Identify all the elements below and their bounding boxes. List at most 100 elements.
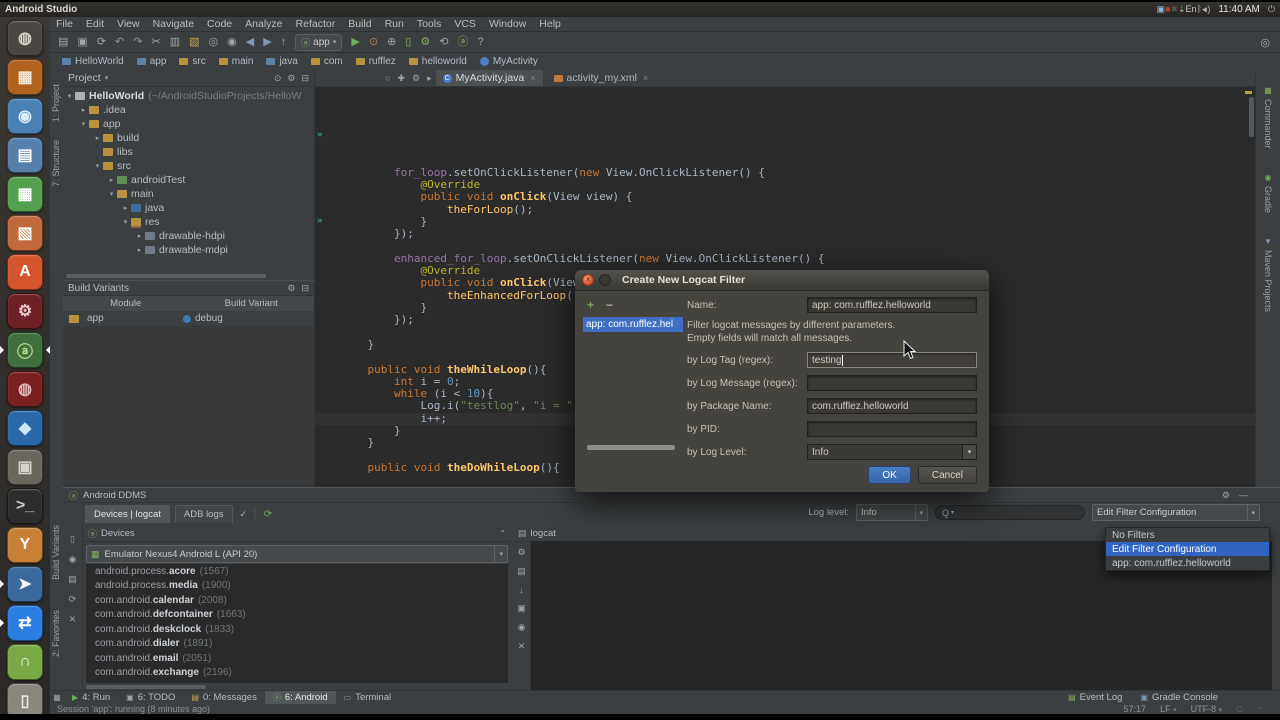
menu-item[interactable]: Tools — [417, 18, 442, 30]
launcher-icon[interactable]: A — [7, 254, 43, 290]
tree-item[interactable]: ▾ res — [63, 215, 314, 229]
process-row[interactable]: com.android. deskclock (1833) — [86, 622, 508, 637]
logcat-tool-icon[interactable]: ⚙ — [517, 547, 525, 558]
toolbar-icon[interactable]: ▶ — [351, 36, 359, 48]
log-level-select[interactable]: Info ▾ — [856, 504, 928, 521]
device-tool-icon[interactable]: ⟳ — [69, 594, 77, 605]
cancel-button[interactable]: Cancel — [917, 466, 977, 484]
tool-window-tab[interactable]: ▤ Event Log — [1066, 692, 1124, 703]
launcher-icon[interactable]: Y — [7, 527, 43, 563]
launcher-icon[interactable]: ▤ — [7, 137, 43, 173]
launcher-icon[interactable]: >_ — [7, 488, 43, 524]
log-tag-field[interactable]: testing — [807, 352, 977, 368]
dropdown-menu-item[interactable]: app: com.rufflez.helloworld — [1106, 556, 1269, 570]
launcher-icon[interactable]: ◍ — [7, 20, 43, 56]
tree-item[interactable]: ▸ drawable-hdpi — [63, 229, 314, 243]
tool-window-corner-icon[interactable]: ▦ — [50, 693, 64, 702]
filter-list-scrollbar[interactable] — [587, 445, 675, 450]
dropdown-menu-item[interactable]: Edit Filter Configuration — [1106, 542, 1269, 556]
clock-text[interactable]: 11:40 AM — [1218, 4, 1260, 15]
editor-bar-icon[interactable]: ✚ — [397, 73, 405, 84]
name-field[interactable]: app: com.rufflez.helloworld — [807, 297, 977, 313]
project-panel-title[interactable]: Project — [68, 72, 101, 84]
tree-toggle-icon[interactable]: ▸ — [93, 134, 102, 142]
menu-item[interactable]: Code — [207, 18, 232, 30]
remove-filter-button[interactable]: − — [606, 298, 613, 312]
panel-header-icon[interactable]: ⊟ — [301, 73, 309, 84]
tree-item[interactable]: ▾ main — [63, 187, 314, 201]
build-variant-row[interactable]: app debug — [63, 311, 315, 326]
process-row[interactable]: android.process. media (1900) — [86, 579, 508, 594]
menu-item[interactable]: Refactor — [296, 18, 336, 30]
tree-item[interactable]: ▸ build — [63, 131, 314, 145]
panel-header-icon[interactable]: ⚙ — [287, 73, 295, 84]
add-filter-button[interactable]: + — [587, 298, 594, 312]
tool-tab-favorites[interactable]: 2: Favorites — [51, 610, 61, 657]
ddms-tab[interactable]: ADB logs — [174, 505, 233, 523]
tree-toggle-icon[interactable]: ▾ — [79, 120, 88, 128]
tool-tab-project[interactable]: 1: Project — [51, 84, 61, 122]
editor-bar-icon[interactable]: ⚙ — [412, 73, 420, 84]
log-message-field[interactable] — [807, 375, 977, 391]
tree-item[interactable]: ▸ .idea — [63, 103, 314, 117]
breadcrumb-item[interactable]: helloworld — [408, 56, 467, 67]
tree-toggle-icon[interactable]: ▾ — [65, 92, 74, 100]
menu-item[interactable]: Run — [385, 18, 404, 30]
toolbar-icon[interactable]: ✂ — [151, 36, 160, 48]
tree-toggle-icon[interactable]: ▾ — [107, 190, 116, 198]
toolbar-icon[interactable]: ⟳ — [97, 36, 106, 48]
breadcrumb-item[interactable]: java — [266, 56, 298, 67]
tool-window-tab[interactable]: ⓐ 6: Android — [264, 691, 336, 704]
close-icon[interactable]: × — [643, 73, 648, 83]
launcher-icon[interactable]: ⇄ — [0, 605, 43, 641]
close-icon[interactable]: × — [582, 274, 594, 286]
process-row[interactable]: com.android. defcontainer (1663) — [86, 608, 508, 623]
launcher-icon[interactable]: ◍ — [7, 371, 43, 407]
logcat-tool-icon[interactable]: ◉ — [518, 622, 526, 633]
tray-icon[interactable]: ✖ — [1170, 4, 1178, 14]
panel-header-icon[interactable]: ⚙ — [1222, 490, 1230, 501]
tree-item[interactable]: ▾ HelloWorld (~/AndroidStudioProjects/He… — [63, 89, 314, 103]
toolbar-icon[interactable]: ⓐ — [457, 36, 468, 48]
launcher-icon[interactable]: ▦ — [7, 59, 43, 95]
menu-item[interactable]: View — [117, 18, 140, 30]
right-tool-tab[interactable]: ▦ Commander — [1263, 86, 1273, 149]
toolbar-icon[interactable]: ▤ — [58, 36, 68, 48]
editor-bar-icon[interactable]: ○ — [385, 73, 390, 83]
tree-toggle-icon[interactable]: ▸ — [121, 204, 130, 212]
tool-tab-structure[interactable]: 7: Structure — [51, 140, 61, 187]
hector-icon[interactable]: ◔ — [1257, 706, 1261, 713]
right-tool-tab[interactable]: ▼ Maven Projects — [1263, 237, 1273, 312]
breadcrumb-item[interactable]: com — [310, 56, 343, 67]
menu-item[interactable]: Navigate — [153, 18, 194, 30]
restart-icon[interactable]: ⟳ — [264, 509, 272, 520]
search-icon[interactable]: ◎ — [1260, 36, 1270, 49]
tray-icon[interactable]: ◀) — [1202, 4, 1210, 14]
toolbar-icon[interactable]: ◉ — [227, 36, 237, 48]
launcher-icon[interactable]: ◆ — [7, 410, 43, 446]
tray-icon[interactable]: ▣ — [1156, 4, 1165, 14]
breadcrumb-item[interactable]: rufflez — [355, 56, 396, 67]
menu-item[interactable]: VCS — [454, 18, 476, 30]
tree-toggle-icon[interactable]: ▸ — [135, 232, 144, 240]
run-configuration-select[interactable]: ⓐ app ▾ — [295, 33, 343, 51]
panel-header-icon[interactable]: ⊟ — [301, 283, 309, 294]
dialog-title-bar[interactable]: × Create New Logcat Filter — [575, 270, 989, 291]
lock-icon[interactable]: ▢ — [1236, 705, 1243, 713]
editor-scrollbar[interactable] — [1249, 97, 1254, 137]
logcat-tool-icon[interactable]: ✕ — [518, 641, 526, 652]
ddms-tab[interactable]: Devices | logcat — [85, 505, 170, 523]
process-row[interactable]: com.android. dialer (1891) — [86, 637, 508, 652]
process-row[interactable]: android.process. acore (1567) — [86, 564, 508, 579]
editor-tab[interactable]: activity_my.xml × — [547, 70, 656, 86]
package-name-field[interactable]: com.rufflez.helloworld — [807, 398, 977, 414]
menu-item[interactable]: File — [56, 18, 73, 30]
logcat-tool-icon[interactable]: ▤ — [517, 566, 526, 577]
close-icon[interactable]: × — [530, 73, 535, 83]
tool-window-tab[interactable]: ▤ 0: Messages — [183, 691, 264, 704]
launcher-icon[interactable]: ⚙ — [7, 293, 43, 329]
variant-value[interactable]: debug — [195, 313, 223, 324]
toolbar-icon[interactable]: ▶ — [263, 36, 271, 48]
breadcrumb-item[interactable]: src — [179, 56, 206, 67]
editor-tab[interactable]: C MyActivity.java × — [435, 70, 543, 86]
